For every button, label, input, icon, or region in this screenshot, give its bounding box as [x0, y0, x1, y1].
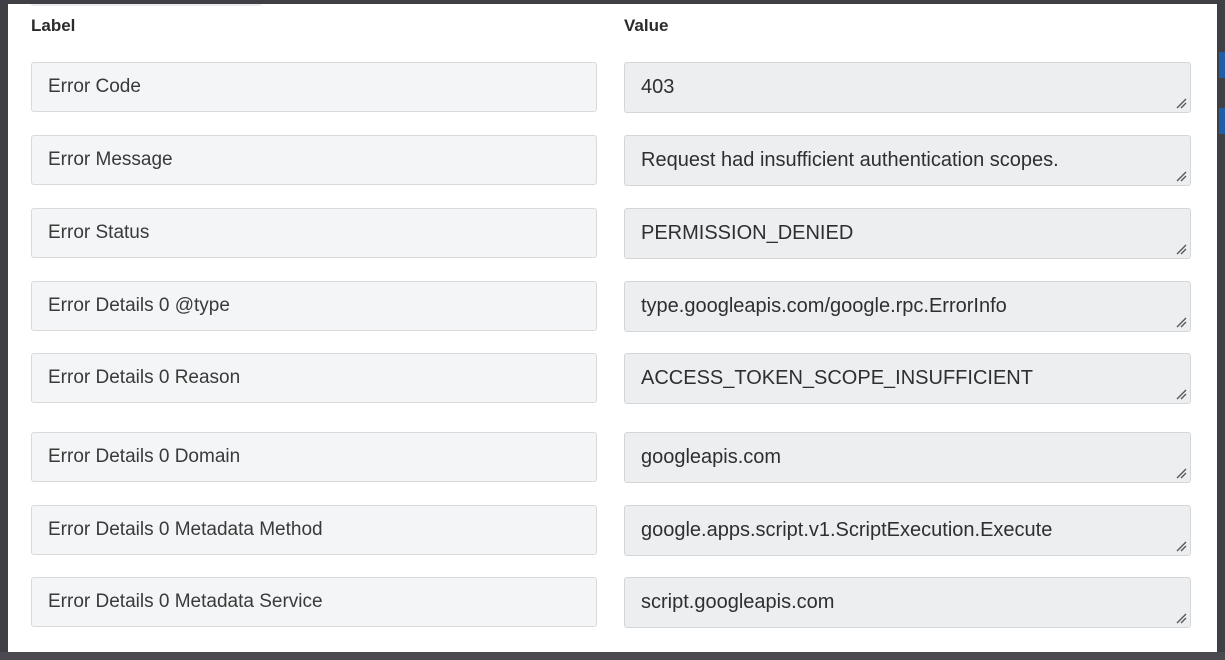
field-value-text: script.googleapis.com — [641, 591, 835, 613]
field-value-text: ACCESS_TOKEN_SCOPE_INSUFFICIENT — [641, 367, 1033, 389]
value-column-header: Value — [624, 16, 669, 35]
field-value-textarea[interactable]: type.googleapis.com/google.rpc.ErrorInfo — [624, 281, 1191, 332]
field-value-text: Request had insufficient authentication … — [641, 149, 1059, 171]
resize-handle-icon[interactable] — [1175, 467, 1187, 479]
resize-handle-icon[interactable] — [1175, 540, 1187, 552]
resize-handle-icon[interactable] — [1175, 388, 1187, 400]
field-value-text: PERMISSION_DENIED — [641, 222, 854, 244]
field-label: Error Message — [31, 135, 597, 185]
resize-handle-icon[interactable] — [1175, 612, 1187, 624]
dialog-top-tab — [28, 4, 264, 6]
field-value-textarea[interactable]: Request had insufficient authentication … — [624, 135, 1191, 186]
resize-handle-icon[interactable] — [1175, 170, 1187, 182]
field-value-textarea[interactable]: script.googleapis.com — [624, 577, 1191, 628]
field-value-text: type.googleapis.com/google.rpc.ErrorInfo — [641, 295, 1007, 317]
field-row: Error Message Request had insufficient au… — [31, 135, 1191, 186]
field-label: Error Details 0 Metadata Service — [31, 577, 597, 627]
field-value-text: 403 — [641, 76, 675, 98]
field-value-textarea[interactable]: 403 — [624, 62, 1191, 113]
field-label: Error Code — [31, 62, 597, 112]
background-accent-bar — [1219, 108, 1225, 134]
background-bottom-strip — [0, 652, 1225, 660]
field-value-textarea[interactable]: PERMISSION_DENIED — [624, 208, 1191, 259]
field-label: Error Details 0 Domain — [31, 432, 597, 482]
field-value-text: google.apps.script.v1.ScriptExecution.Ex… — [641, 519, 1053, 541]
field-label: Error Status — [31, 208, 597, 258]
resize-handle-icon[interactable] — [1175, 243, 1187, 255]
field-row: Error Details 0 Metadata Service script.g… — [31, 577, 1191, 628]
background-accent-bar — [1219, 52, 1225, 78]
field-row: Error Details 0 Metadata Method google.ap… — [31, 505, 1191, 556]
field-label: Error Details 0 @type — [31, 281, 597, 331]
field-value-textarea[interactable]: google.apps.script.v1.ScriptExecution.Ex… — [624, 505, 1191, 556]
field-value-textarea[interactable]: ACCESS_TOKEN_SCOPE_INSUFFICIENT — [624, 353, 1191, 404]
field-value-text: googleapis.com — [641, 446, 782, 468]
field-label: Error Details 0 Metadata Method — [31, 505, 597, 555]
field-row: Error Status PERMISSION_DENIED — [31, 208, 1191, 259]
label-column-header: Label — [31, 16, 76, 35]
mapping-results-dialog: Label Value Error Code 403 Error Message Re… — [8, 4, 1217, 652]
field-value-textarea[interactable]: googleapis.com — [624, 432, 1191, 483]
field-row: Error Details 0 Domain googleapis.com — [31, 432, 1191, 483]
field-label: Error Details 0 Reason — [31, 353, 597, 403]
field-row: Error Code 403 — [31, 62, 1191, 113]
field-row: Error Details 0 Reason ACCESS_TOKEN_SCOPE… — [31, 353, 1191, 404]
resize-handle-icon[interactable] — [1175, 316, 1187, 328]
field-row: Error Details 0 @type type.googleapis.com… — [31, 281, 1191, 332]
resize-handle-icon[interactable] — [1175, 97, 1187, 109]
